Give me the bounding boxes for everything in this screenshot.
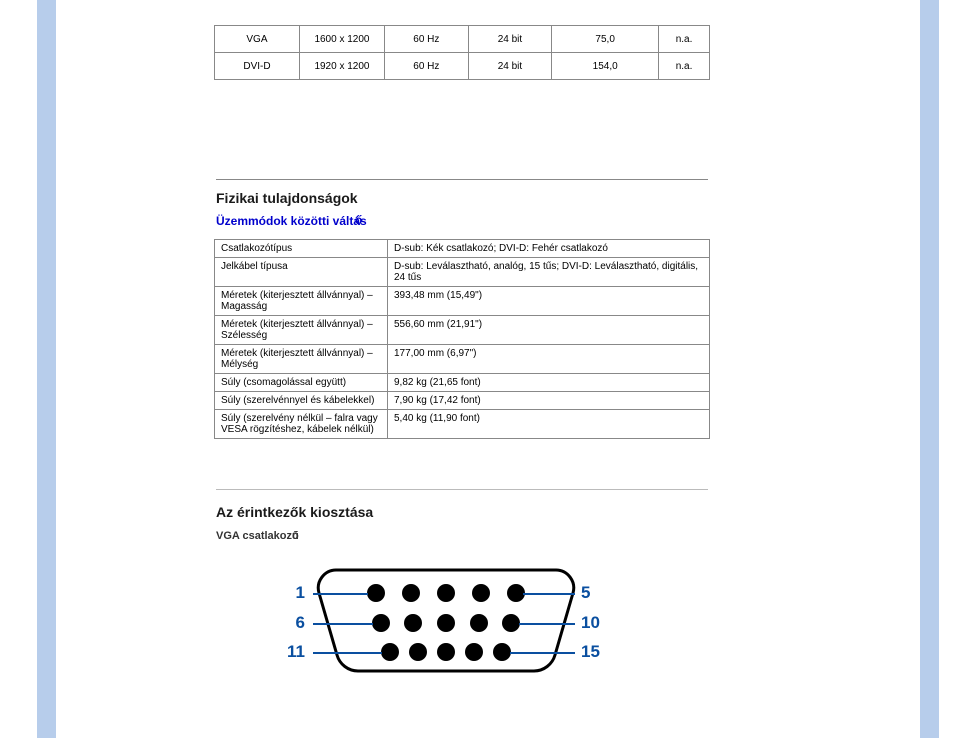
- pin-label-6: 6: [296, 613, 305, 633]
- cell-value: 177,00 mm (6,97"): [388, 345, 710, 374]
- cell-key: Súly (szerelvénnyel és kábelekkel): [215, 392, 388, 410]
- cell: 1600 x 1200: [299, 26, 384, 53]
- decorative-rail-right: [920, 0, 939, 738]
- table-row: VGA 1600 x 1200 60 Hz 24 bit 75,0 n.a.: [215, 26, 710, 53]
- cell: 154,0: [552, 53, 659, 80]
- table-row: Súly (szerelvénnyel és kábelekkel) 7,90 …: [215, 392, 710, 410]
- cell: 60 Hz: [385, 53, 469, 80]
- pin-label-10: 10: [581, 613, 600, 633]
- document-column: VGA 1600 x 1200 60 Hz 24 bit 75,0 n.a. D…: [56, 0, 774, 738]
- subheading-text: Üzemmódok közötti váltás: [216, 214, 367, 228]
- leader-line: [510, 652, 575, 654]
- subheading-text: VGA csatlakozó: [216, 530, 299, 542]
- section-divider: [216, 179, 708, 180]
- table-row: Súly (szerelvény nélkül – falra vagy VES…: [215, 410, 710, 439]
- cell-value: 5,40 kg (11,90 font): [388, 410, 710, 439]
- vga-connector-diagram: 1 6 11 5 10 15: [281, 555, 621, 715]
- table-row: DVI-D 1920 x 1200 60 Hz 24 bit 154,0 n.a…: [215, 53, 710, 80]
- leader-line: [313, 652, 382, 654]
- cell-value: 9,82 kg (21,65 font): [388, 374, 710, 392]
- cell-value: D-sub: Kék csatlakozó; DVI-D: Fehér csat…: [388, 240, 710, 258]
- cell-key: Méretek (kiterjesztett állvánnyal) – Mag…: [215, 287, 388, 316]
- section-subheading-modes: ő Üzemmódok közötti váltás: [216, 214, 367, 228]
- cell: 75,0: [552, 26, 659, 53]
- pin-label-1: 1: [296, 583, 305, 603]
- cell: n.a.: [659, 26, 710, 53]
- leader-line: [523, 593, 575, 595]
- cell-key: Súly (csomagolással együtt): [215, 374, 388, 392]
- cell-key: Méretek (kiterjesztett állvánnyal) – Mél…: [215, 345, 388, 374]
- section-heading-physical: Fizikai tulajdonságok: [216, 190, 358, 206]
- cell: n.a.: [659, 53, 710, 80]
- cell: 1920 x 1200: [299, 53, 384, 80]
- cell-key: Csatlakozótípus: [215, 240, 388, 258]
- table-row: Súly (csomagolással együtt) 9,82 kg (21,…: [215, 374, 710, 392]
- cell-key: Jelkábel típusa: [215, 258, 388, 287]
- section-subheading-vga: VGA csatlakozó ű: [216, 530, 299, 542]
- cell: VGA: [215, 26, 300, 53]
- cell-value: 7,90 kg (17,42 font): [388, 392, 710, 410]
- cell-value: 393,48 mm (15,49"): [388, 287, 710, 316]
- leader-line: [313, 623, 373, 625]
- section-divider: [216, 489, 708, 490]
- table-row: Csatlakozótípus D-sub: Kék csatlakozó; D…: [215, 240, 710, 258]
- cell-value: D-sub: Leválasztható, analóg, 15 tűs; DV…: [388, 258, 710, 287]
- cell: DVI-D: [215, 53, 300, 80]
- table-row: Méretek (kiterjesztett állvánnyal) – Mag…: [215, 287, 710, 316]
- accent-letter: ő: [355, 213, 362, 227]
- decorative-rail-left: [37, 0, 56, 738]
- pin-label-11: 11: [287, 642, 305, 662]
- leader-line: [519, 623, 575, 625]
- outer-panel: VGA 1600 x 1200 60 Hz 24 bit 75,0 n.a. D…: [56, 0, 920, 738]
- cell-key: Súly (szerelvény nélkül – falra vagy VES…: [215, 410, 388, 439]
- vga-connector-svg: [281, 555, 621, 715]
- pin-label-5: 5: [581, 583, 590, 603]
- table-row: Méretek (kiterjesztett állvánnyal) – Szé…: [215, 316, 710, 345]
- cell: 24 bit: [468, 53, 552, 80]
- table-row: Méretek (kiterjesztett állvánnyal) – Mél…: [215, 345, 710, 374]
- signal-modes-table: VGA 1600 x 1200 60 Hz 24 bit 75,0 n.a. D…: [214, 25, 710, 80]
- section-heading-pinout: Az érintkezők kiosztása: [216, 504, 373, 520]
- cell-key: Méretek (kiterjesztett állvánnyal) – Szé…: [215, 316, 388, 345]
- cell: 60 Hz: [385, 26, 469, 53]
- accent-letter: ű: [292, 530, 299, 542]
- page: VGA 1600 x 1200 60 Hz 24 bit 75,0 n.a. D…: [0, 0, 954, 738]
- table-row: Jelkábel típusa D-sub: Leválasztható, an…: [215, 258, 710, 287]
- cell-value: 556,60 mm (21,91"): [388, 316, 710, 345]
- pin-label-15: 15: [581, 642, 600, 662]
- cell: 24 bit: [468, 26, 552, 53]
- physical-properties-table: Csatlakozótípus D-sub: Kék csatlakozó; D…: [214, 239, 710, 439]
- leader-line: [313, 593, 368, 595]
